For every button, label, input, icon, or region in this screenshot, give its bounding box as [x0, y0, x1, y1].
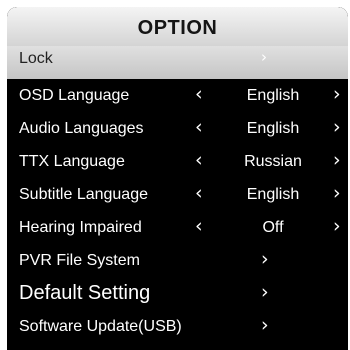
menu-item-audio-languages[interactable]: Audio Languages ‹ English › — [7, 112, 348, 145]
chevron-right-icon[interactable]: › — [261, 277, 269, 308]
chevron-right-icon[interactable]: › — [261, 46, 267, 68]
menu-item-label: PVR File System — [19, 252, 140, 269]
menu-item-value: English — [246, 87, 300, 104]
menu-item-label: Subtitle Language — [19, 186, 148, 203]
menu-item-label: Lock — [19, 50, 53, 67]
chevron-right-icon[interactable]: › — [333, 112, 341, 143]
menu-item-value: English — [246, 120, 300, 137]
chevron-right-icon[interactable]: › — [333, 79, 341, 110]
chevron-right-icon[interactable]: › — [261, 244, 269, 275]
menu-item-osd-language[interactable]: OSD Language ‹ English › — [7, 79, 348, 112]
menu-title: OPTION — [7, 7, 348, 46]
menu-item-value: Russian — [244, 153, 302, 170]
chevron-right-icon[interactable]: › — [333, 145, 341, 176]
menu-item-pvr-file-system[interactable]: PVR File System › — [7, 244, 348, 277]
chevron-left-icon[interactable]: ‹ — [195, 178, 203, 209]
menu-item-software-update-usb[interactable]: Software Update(USB) › — [7, 310, 348, 343]
chevron-right-icon[interactable]: › — [333, 178, 341, 209]
menu-item-label: Audio Languages — [19, 120, 144, 137]
menu-item-hearing-impaired[interactable]: Hearing Impaired ‹ Off › — [7, 211, 348, 244]
menu-item-ttx-language[interactable]: TTX Language ‹ Russian › — [7, 145, 348, 178]
chevron-left-icon[interactable]: ‹ — [195, 211, 203, 242]
chevron-right-icon[interactable]: › — [261, 310, 269, 341]
menu-item-label: Software Update(USB) — [19, 318, 182, 335]
menu-item-value: English — [246, 186, 300, 203]
chevron-left-icon[interactable]: ‹ — [195, 79, 203, 110]
menu-item-lock[interactable]: Lock › — [7, 46, 348, 79]
menu-item-label: OSD Language — [19, 87, 130, 104]
option-menu-panel: OPTION Lock › OSD Language ‹ English › A… — [7, 7, 348, 350]
menu-item-subtitle-language[interactable]: Subtitle Language ‹ English › — [7, 178, 348, 211]
chevron-left-icon[interactable]: ‹ — [195, 112, 203, 143]
menu-item-default-setting[interactable]: Default Setting › — [7, 277, 348, 310]
chevron-left-icon[interactable]: ‹ — [195, 145, 203, 176]
menu-item-label: Hearing Impaired — [19, 219, 142, 236]
menu-item-label: Default Setting — [19, 282, 151, 304]
menu-item-label: TTX Language — [19, 153, 125, 170]
chevron-right-icon[interactable]: › — [333, 211, 341, 242]
menu-item-value: Off — [262, 219, 284, 236]
